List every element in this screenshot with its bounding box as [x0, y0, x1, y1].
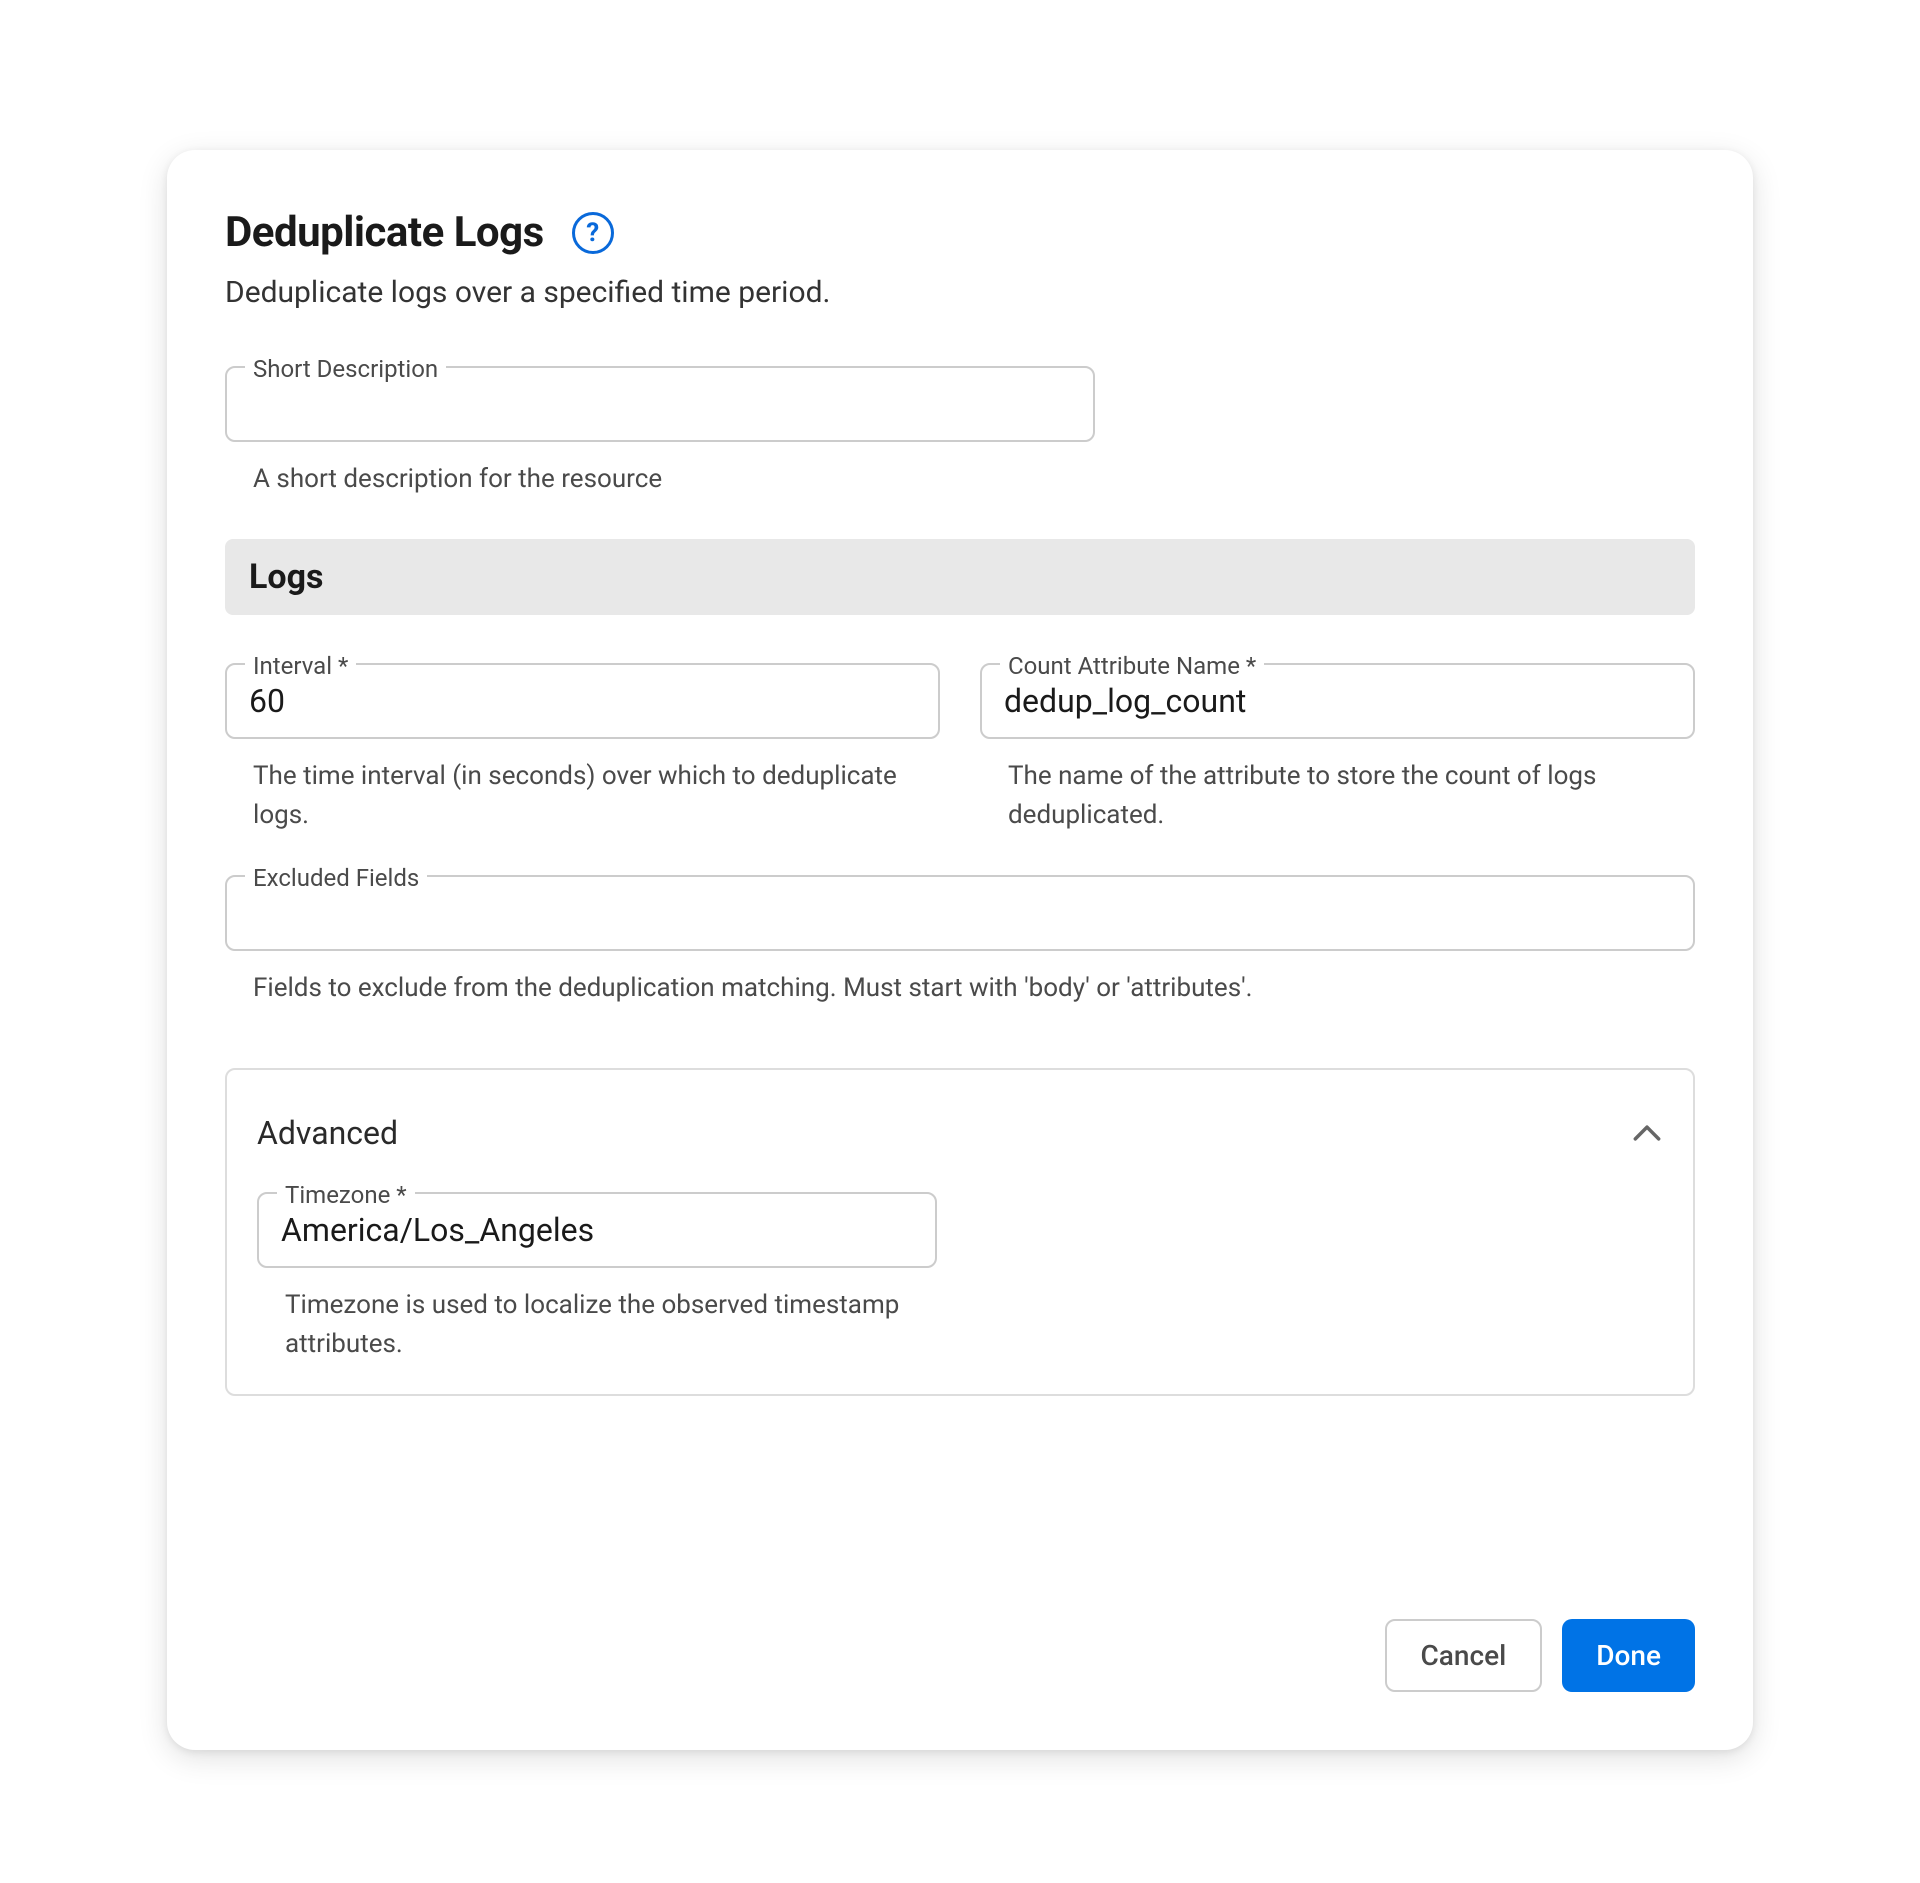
count-attribute-label: Count Attribute Name *	[1000, 652, 1264, 680]
dialog-title: Deduplicate Logs	[225, 208, 544, 257]
excluded-fields-group: Excluded Fields Fields to exclude from t…	[225, 875, 1695, 1008]
logs-section-header: Logs	[225, 539, 1695, 615]
dialog-header: Deduplicate Logs ?	[225, 208, 1695, 257]
excluded-fields-input[interactable]	[225, 875, 1695, 951]
cancel-button[interactable]: Cancel	[1385, 1619, 1543, 1692]
chevron-up-icon	[1631, 1117, 1663, 1149]
interval-group: Interval * The time interval (in seconds…	[225, 663, 940, 835]
deduplicate-logs-dialog: Deduplicate Logs ? Deduplicate logs over…	[167, 150, 1753, 1750]
count-attribute-helper: The name of the attribute to store the c…	[980, 757, 1695, 835]
interval-helper: The time interval (in seconds) over whic…	[225, 757, 940, 835]
short-description-group: Short Description A short description fo…	[225, 366, 1095, 499]
excluded-fields-helper: Fields to exclude from the deduplication…	[225, 969, 1695, 1008]
advanced-toggle[interactable]: Advanced	[257, 1114, 1663, 1152]
done-button[interactable]: Done	[1562, 1619, 1695, 1692]
timezone-helper: Timezone is used to localize the observe…	[257, 1286, 937, 1364]
interval-label: Interval *	[245, 652, 356, 680]
short-description-label: Short Description	[245, 355, 446, 383]
logs-field-row: Interval * The time interval (in seconds…	[225, 663, 1695, 875]
dialog-subtitle: Deduplicate logs over a specified time p…	[225, 275, 1695, 310]
timezone-group: Timezone * Timezone is used to localize …	[257, 1192, 937, 1364]
advanced-content: Timezone * Timezone is used to localize …	[257, 1192, 1663, 1364]
advanced-title: Advanced	[257, 1114, 398, 1152]
short-description-helper: A short description for the resource	[225, 460, 1095, 499]
timezone-label: Timezone *	[277, 1181, 415, 1209]
count-attribute-group: Count Attribute Name * The name of the a…	[980, 663, 1695, 835]
excluded-fields-label: Excluded Fields	[245, 864, 427, 892]
dialog-footer: Cancel Done	[225, 1579, 1695, 1692]
advanced-panel: Advanced Timezone * Timezone is used to …	[225, 1068, 1695, 1396]
help-icon[interactable]: ?	[572, 212, 614, 254]
